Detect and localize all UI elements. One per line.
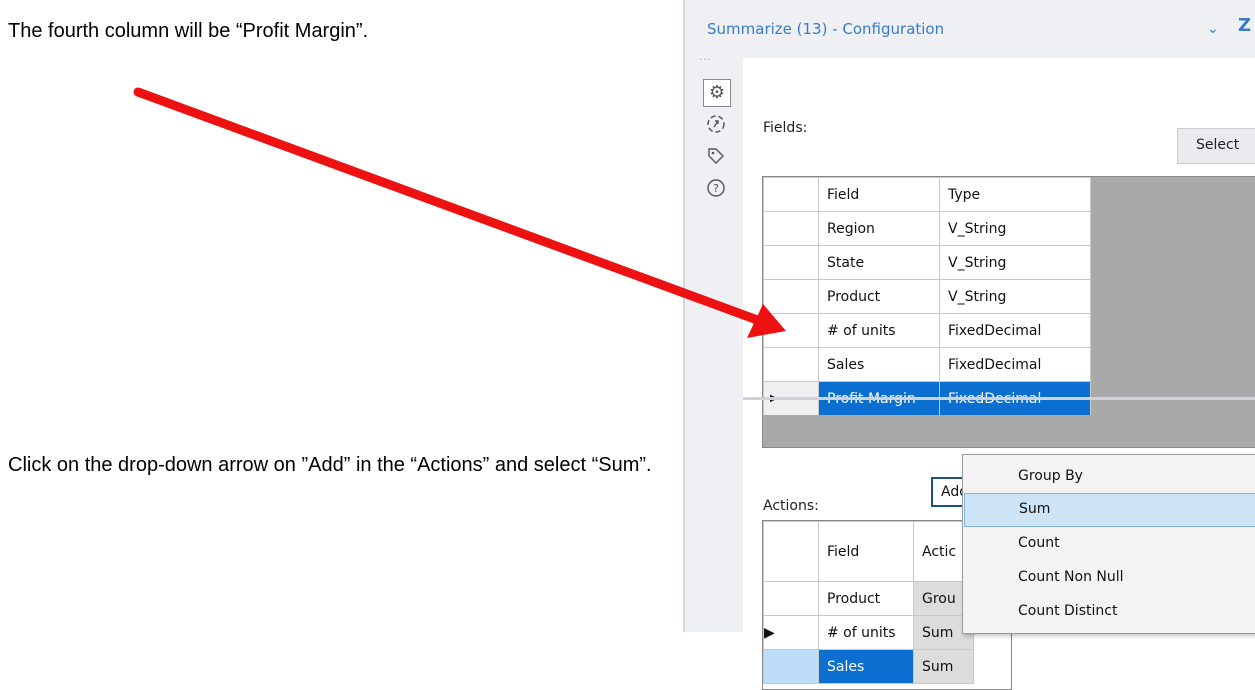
- row-indicator: [763, 649, 819, 684]
- field-cell: Sales: [818, 649, 914, 684]
- table-row-selected[interactable]: Sales Sum: [763, 649, 974, 684]
- action-cell: Sum: [913, 649, 974, 684]
- pointer-arrow: [133, 87, 786, 338]
